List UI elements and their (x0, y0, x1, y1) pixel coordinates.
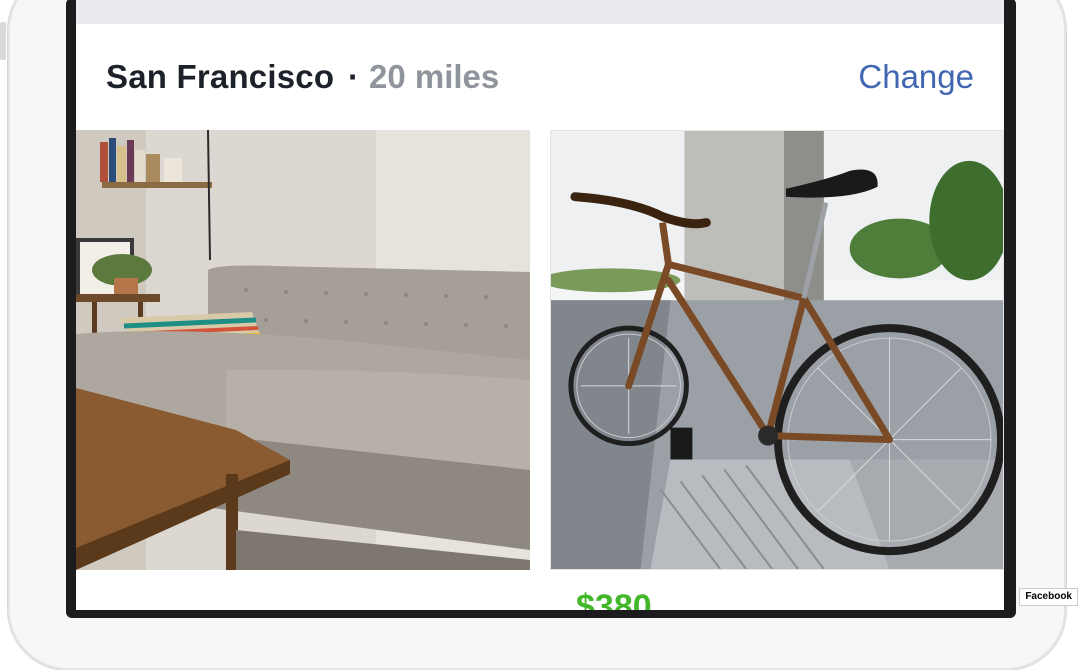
location-bar: San Francisco · 20 miles Change (76, 24, 1004, 130)
photo-credit: Facebook (1019, 588, 1078, 606)
change-location-link[interactable]: Change (858, 58, 974, 96)
bicycle-photo (550, 130, 1004, 570)
location-radius: 20 miles (369, 58, 500, 95)
marketplace-screen: San Francisco · 20 miles Change $380 (76, 0, 1004, 610)
sofa-photo (76, 130, 530, 570)
listing-price: $380 (576, 588, 652, 610)
location-separator: · (348, 58, 359, 95)
top-strip (76, 0, 1004, 25)
location-city: San Francisco (106, 58, 335, 95)
listing-card-sofa[interactable] (76, 130, 530, 610)
phone-side-button (0, 22, 6, 60)
listing-card-bicycle[interactable]: $380 (550, 130, 1004, 610)
